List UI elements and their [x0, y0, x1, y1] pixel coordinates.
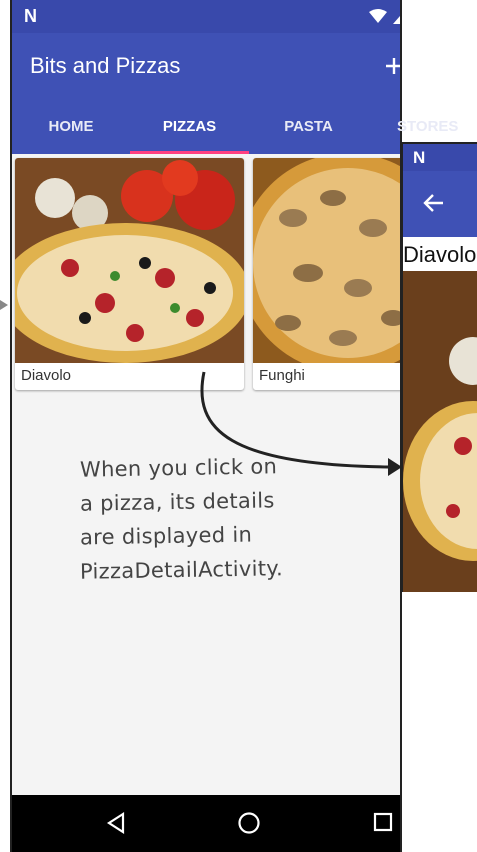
tab-pizzas[interactable]: PIZZAS: [130, 100, 249, 154]
tab-home[interactable]: HOME: [12, 100, 130, 154]
notification-n-icon: N: [413, 148, 426, 167]
back-nav-icon[interactable]: [106, 812, 126, 834]
annotation-line-4: PizzaDetailActivity.: [79, 556, 284, 584]
tab-indicator: [130, 151, 249, 154]
signal-icon: [393, 16, 400, 24]
annotation-line-1: When you click on: [79, 454, 278, 482]
status-time: 14:31: [416, 6, 466, 23]
battery-icon: [416, 7, 424, 21]
home-nav-icon[interactable]: [237, 811, 261, 835]
pizza-detail-activity: N Diavolo: [401, 142, 477, 592]
detail-title: Diavolo: [403, 242, 477, 267]
wifi-icon: [369, 9, 387, 23]
add-icon[interactable]: [384, 56, 402, 76]
card-label: Diavolo: [21, 367, 72, 384]
tab-bar: HOME PIZZAS PASTA: [12, 100, 400, 154]
status-bar: N: [12, 0, 400, 33]
pizza-card-diavolo[interactable]: Diavolo: [15, 158, 244, 390]
app-bar: Bits and Pizzas: [12, 33, 400, 100]
card-label: Funghi: [259, 367, 305, 384]
detail-pizza-image: [403, 271, 477, 592]
tab-pasta[interactable]: PASTA: [249, 100, 368, 154]
diavolo-pizza-image: [15, 158, 244, 363]
annotation-line-2: a pizza, its details: [79, 488, 275, 516]
detail-status-bar: N: [403, 144, 477, 171]
recents-nav-icon[interactable]: [373, 812, 393, 832]
back-arrow-icon[interactable]: [423, 193, 445, 213]
app-title: Bits and Pizzas: [30, 53, 181, 78]
pizza-card-funghi[interactable]: Funghi: [253, 158, 400, 390]
funghi-pizza-image: [253, 158, 400, 363]
phone-screen: N Bits and Pizzas HOME PIZZAS PASTA Diav…: [10, 0, 402, 852]
share-icon[interactable]: [438, 52, 470, 84]
navigation-bar: [12, 795, 400, 852]
clock: 14:31: [428, 6, 466, 23]
annotation-line-3: are displayed in: [79, 522, 253, 550]
notification-n-icon: N: [24, 6, 37, 26]
detail-app-bar: [403, 171, 477, 237]
